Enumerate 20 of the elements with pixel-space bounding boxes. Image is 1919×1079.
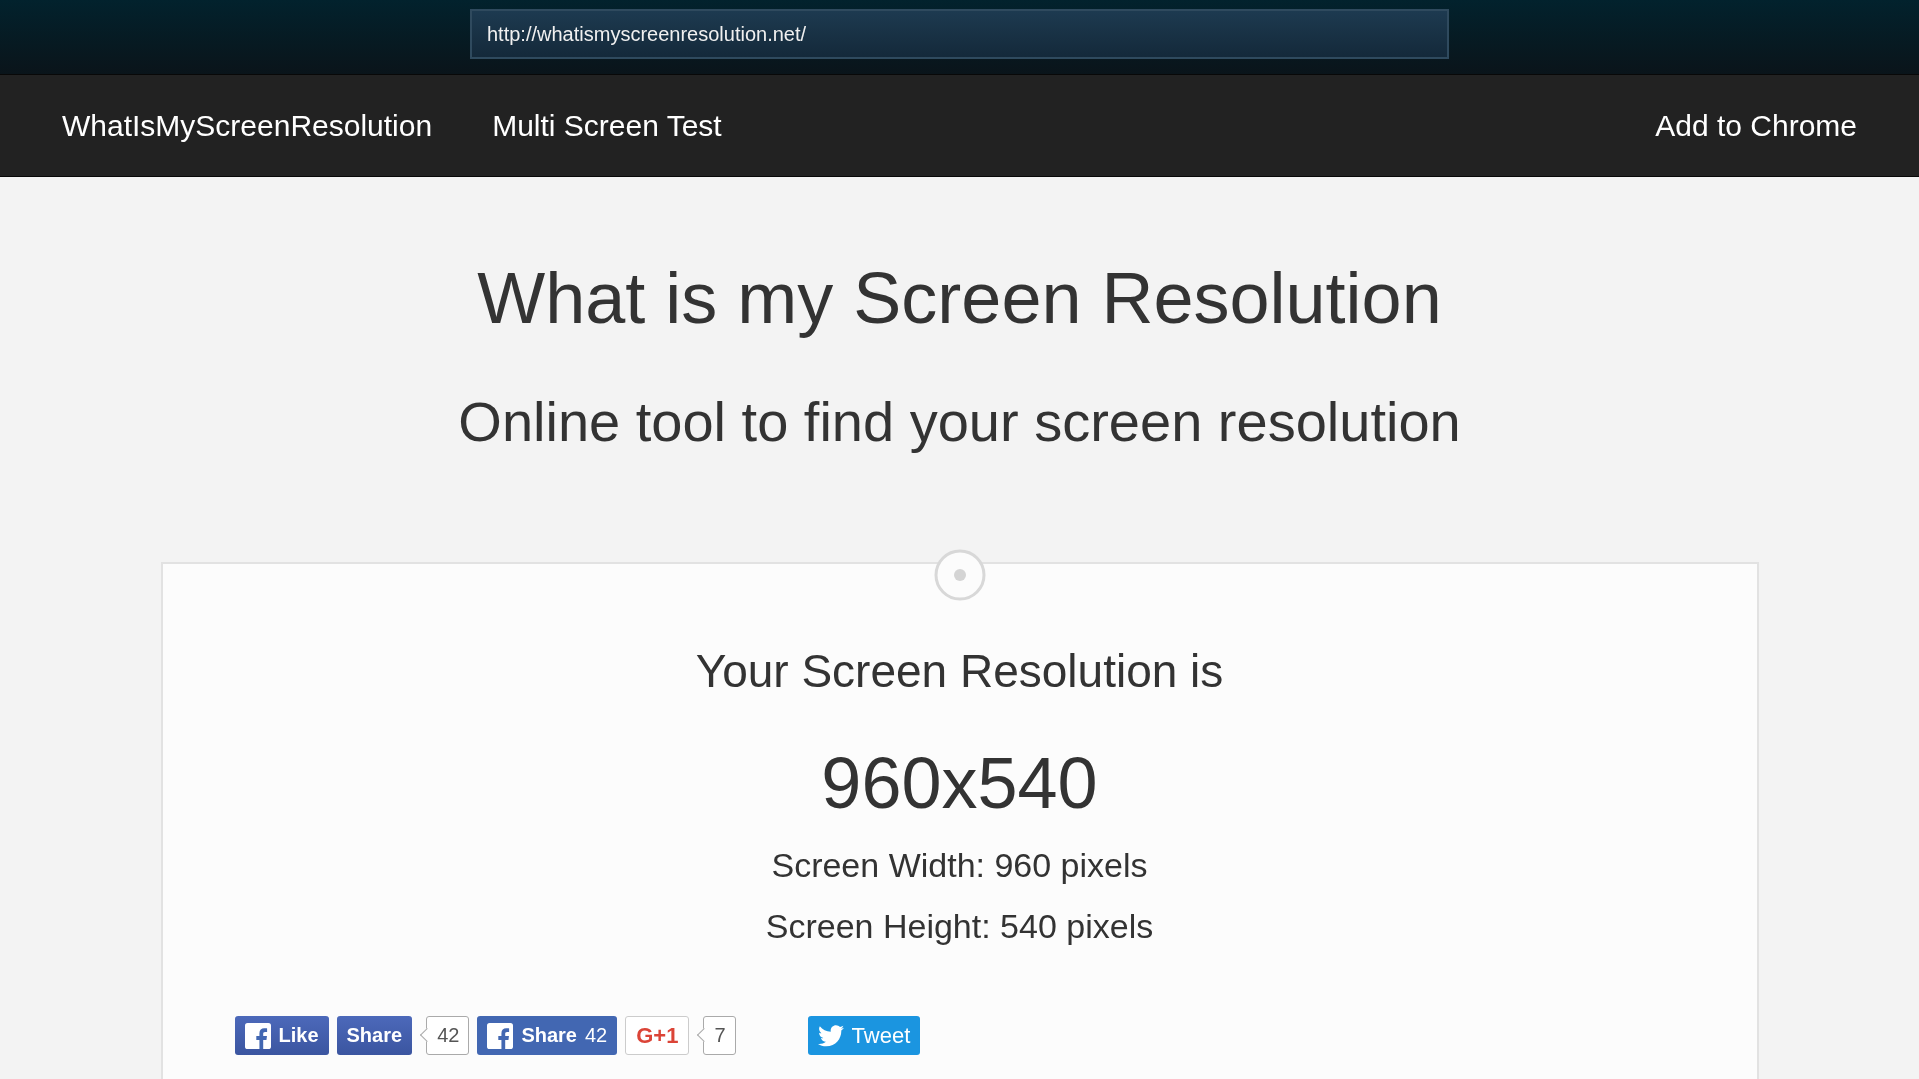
tweet-button[interactable]: Tweet — [807, 1016, 921, 1055]
resolution-value: 960x540 — [821, 742, 1098, 824]
dimension-text: Screen Height: 540 pixels — [765, 907, 1154, 946]
bird-icon — [817, 1022, 844, 1049]
facebook-icon — [487, 1022, 514, 1049]
facebook-icon — [244, 1022, 271, 1049]
share-button[interactable]: Share — [336, 1016, 413, 1055]
nav-link[interactable]: Add to Chrome — [1655, 108, 1857, 143]
result-heading: Your Screen Resolution is — [695, 644, 1224, 698]
share-button[interactable]: Share 42 — [477, 1016, 618, 1055]
like-button[interactable]: Like — [234, 1016, 329, 1055]
share-count: 42 — [420, 1016, 470, 1055]
page-title: What is my Screen Resolution — [477, 257, 1442, 339]
page-subtitle: Online tool to find your screen resolution — [458, 389, 1461, 454]
address-bar[interactable]: http://whatismyscreenresolution.net/ — [470, 9, 1449, 59]
share-count: 7 — [697, 1016, 736, 1055]
brand-link[interactable]: WhatIsMyScreenResolution — [62, 108, 433, 143]
plus-one-button[interactable]: G+1 — [625, 1016, 690, 1055]
dimension-text: Screen Width: 960 pixels — [771, 846, 1148, 885]
nav-link[interactable]: Multi Screen Test — [492, 108, 722, 143]
